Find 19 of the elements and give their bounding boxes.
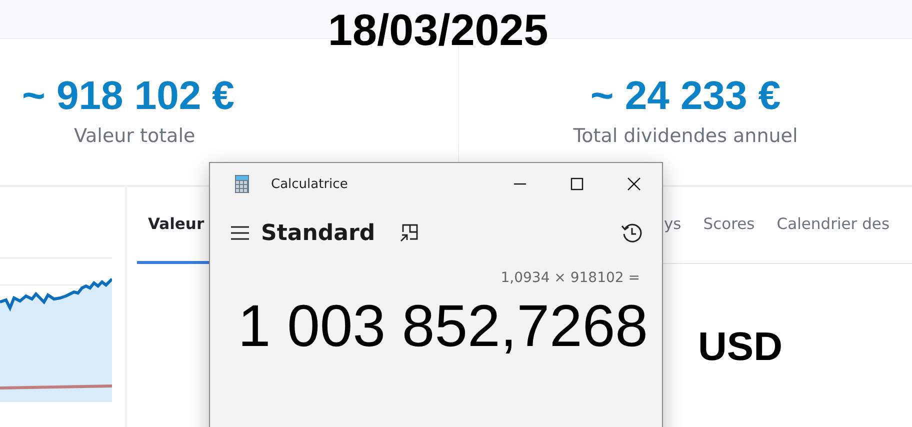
keep-on-top-icon[interactable]: [399, 223, 420, 243]
tab[interactable]: ys: [664, 187, 692, 264]
expression-text: 1,0934 × 918102 =: [500, 270, 641, 286]
calculator-icon: [235, 175, 249, 193]
currency-overlay: USD: [698, 325, 782, 370]
stat-value: ~ 24 233 €: [590, 73, 781, 119]
history-icon[interactable]: [621, 222, 643, 244]
stat-label: Total dividendes annuel: [573, 125, 798, 147]
stat-value: ~ 918 102 €: [22, 73, 234, 119]
tab[interactable]: Calendrier des: [766, 187, 901, 264]
tab[interactable]: Scores: [692, 187, 766, 264]
result-display: 1 003 852,7268: [236, 292, 649, 360]
date-overlay: 18/03/2025: [328, 6, 548, 56]
maximize-icon[interactable]: [570, 177, 584, 191]
mode-title: Standard: [261, 220, 376, 246]
window-title: Calculatrice: [271, 176, 348, 192]
stat-label: Valeur totale: [74, 125, 196, 147]
menu-icon[interactable]: [231, 226, 249, 240]
close-icon[interactable]: [627, 177, 641, 191]
